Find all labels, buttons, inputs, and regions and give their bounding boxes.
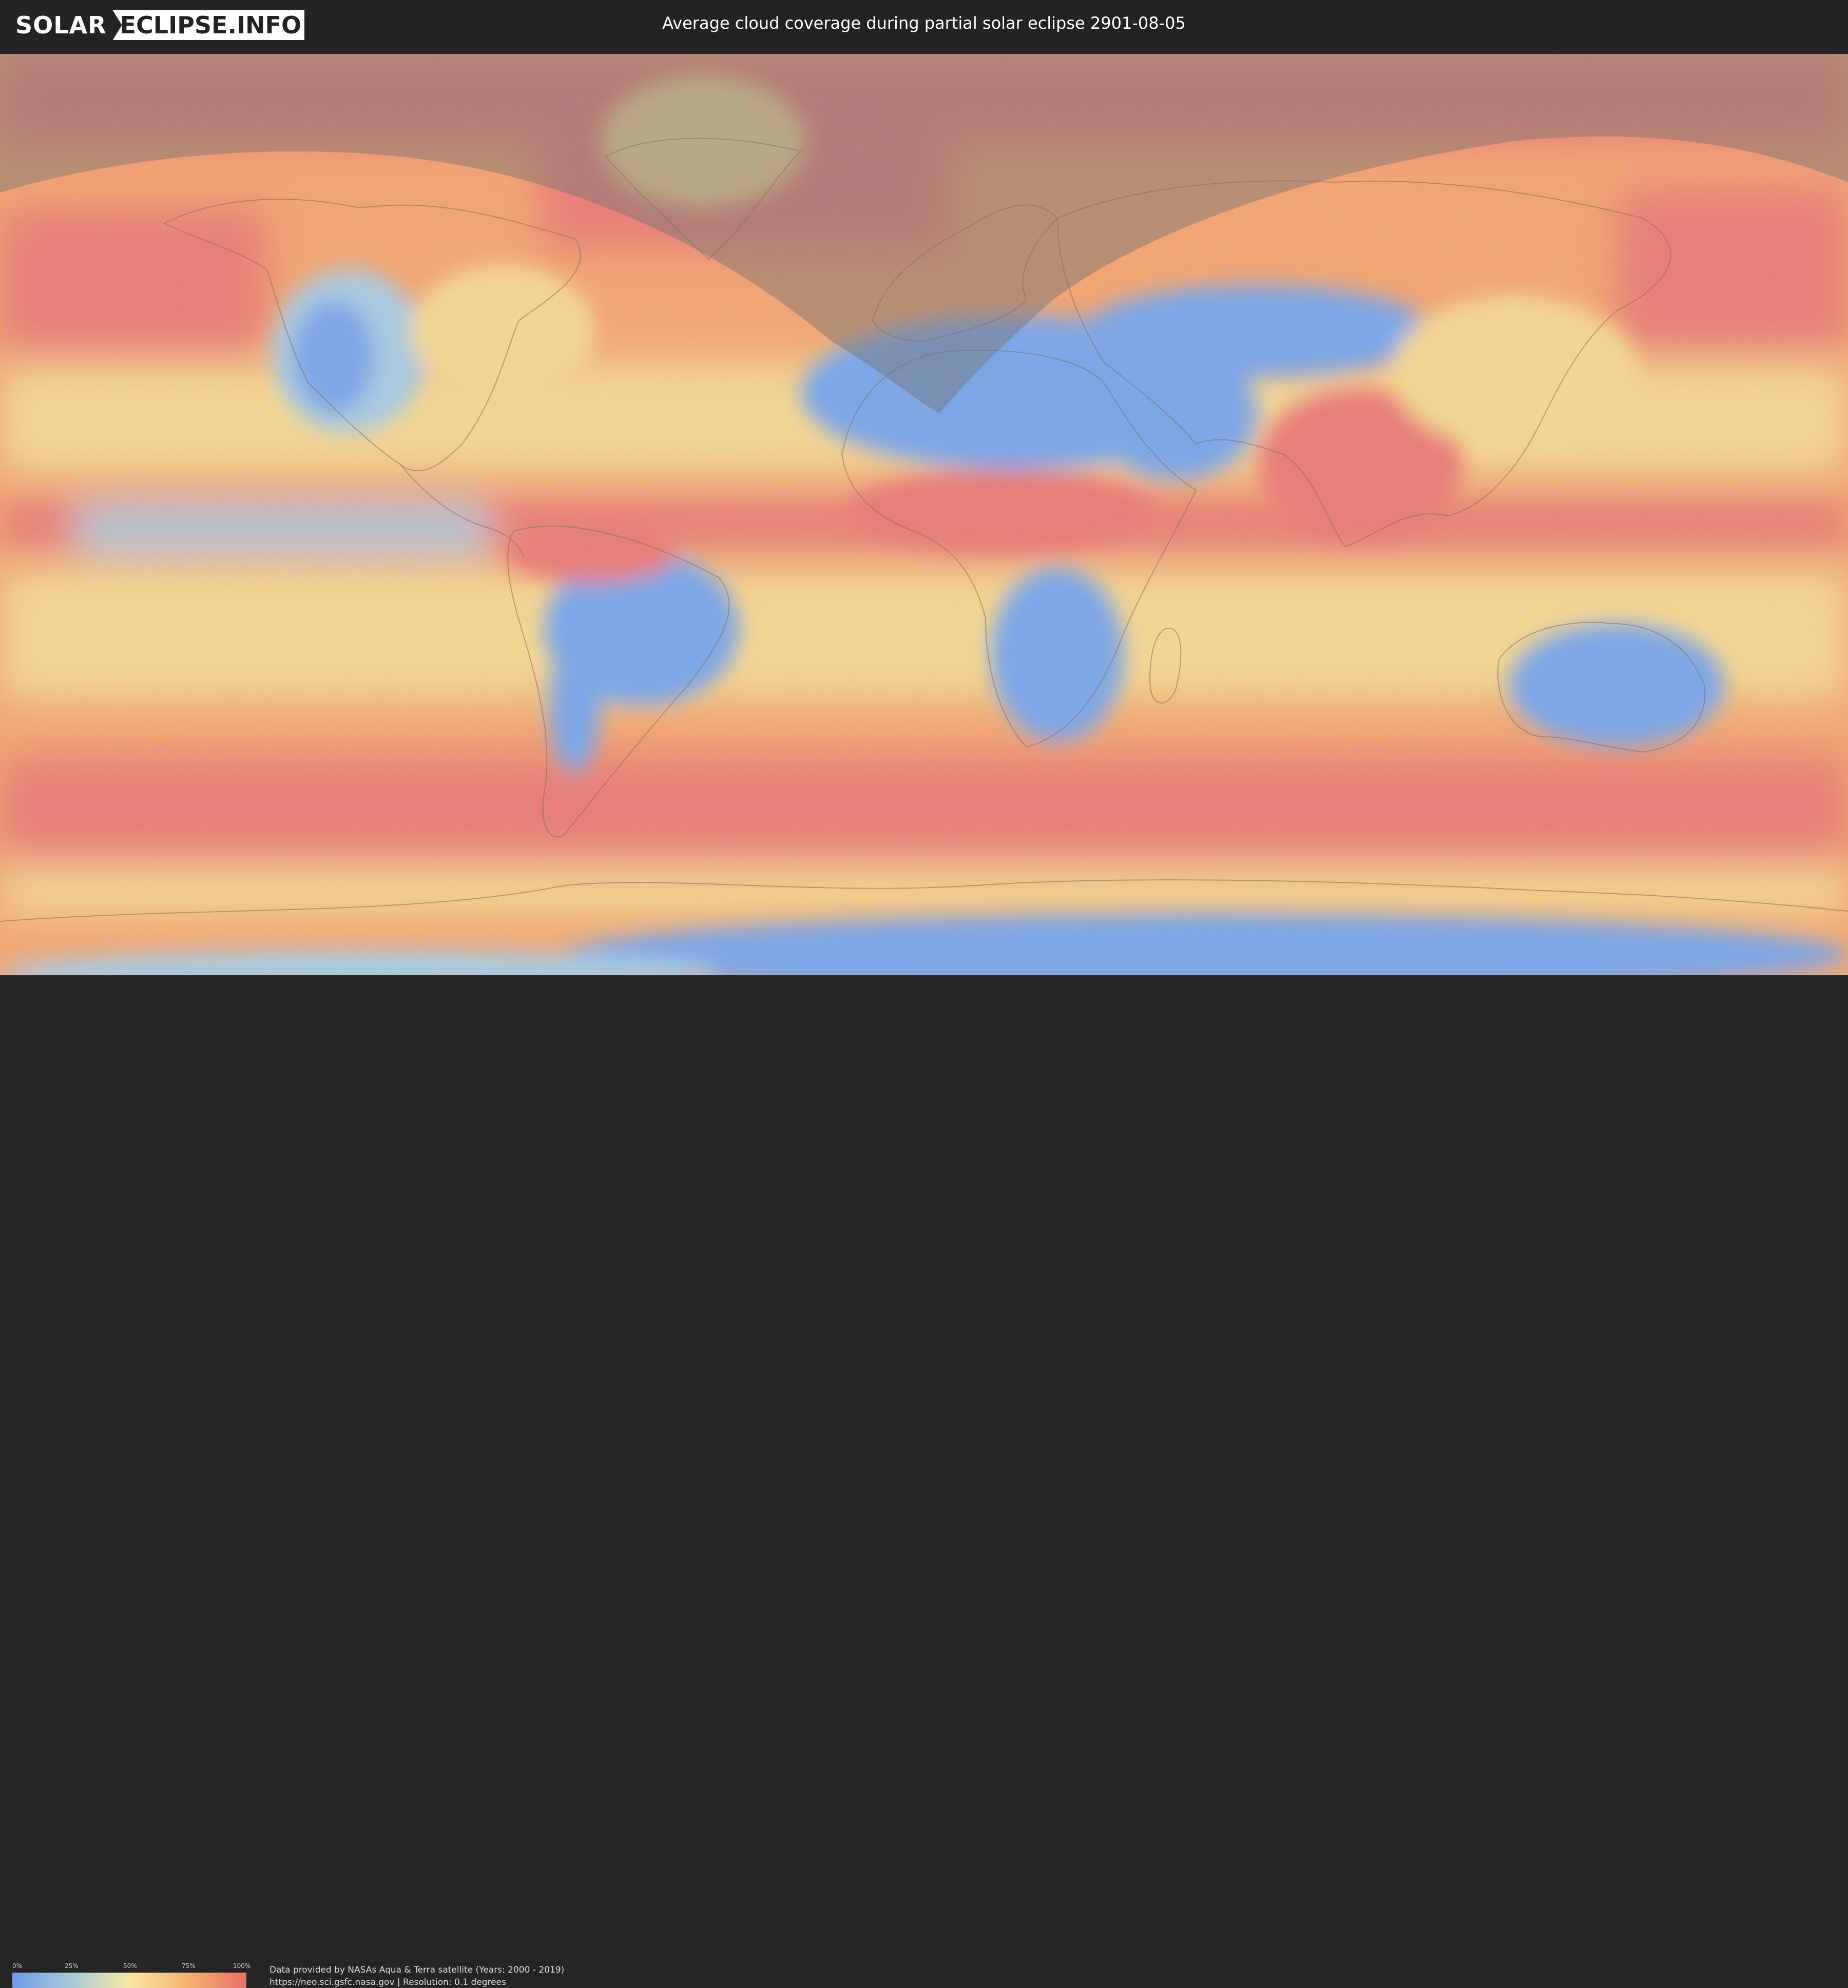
page-title: Average cloud coverage during partial so… [662, 13, 1186, 33]
header-bar: SOLAR ECLIPSE.INFO Average cloud coverag… [0, 0, 1848, 51]
data-source-url[interactable]: https://neo.sci.gsfc.nasa.gov | Resoluti… [270, 1977, 506, 1987]
footer-bar: 0% 25% 50% 75% 100% Data provided by NAS… [0, 975, 1848, 1988]
data-credit: Data provided by NASAs Aqua & Terra sate… [270, 1965, 565, 1975]
legend-label-100: 100% [233, 1962, 251, 1970]
legend-labels: 0% 25% 50% 75% 100% [12, 1962, 251, 1971]
legend-label-0: 0% [12, 1962, 23, 1970]
legend-label-75: 75% [182, 1962, 196, 1970]
world-map-svg [0, 54, 1848, 975]
legend-color-scale [12, 1973, 246, 1988]
legend-label-50: 50% [123, 1962, 137, 1970]
grain-texture [0, 54, 1848, 975]
legend-label-25: 25% [65, 1962, 79, 1970]
cloud-coverage-map[interactable] [0, 54, 1848, 975]
